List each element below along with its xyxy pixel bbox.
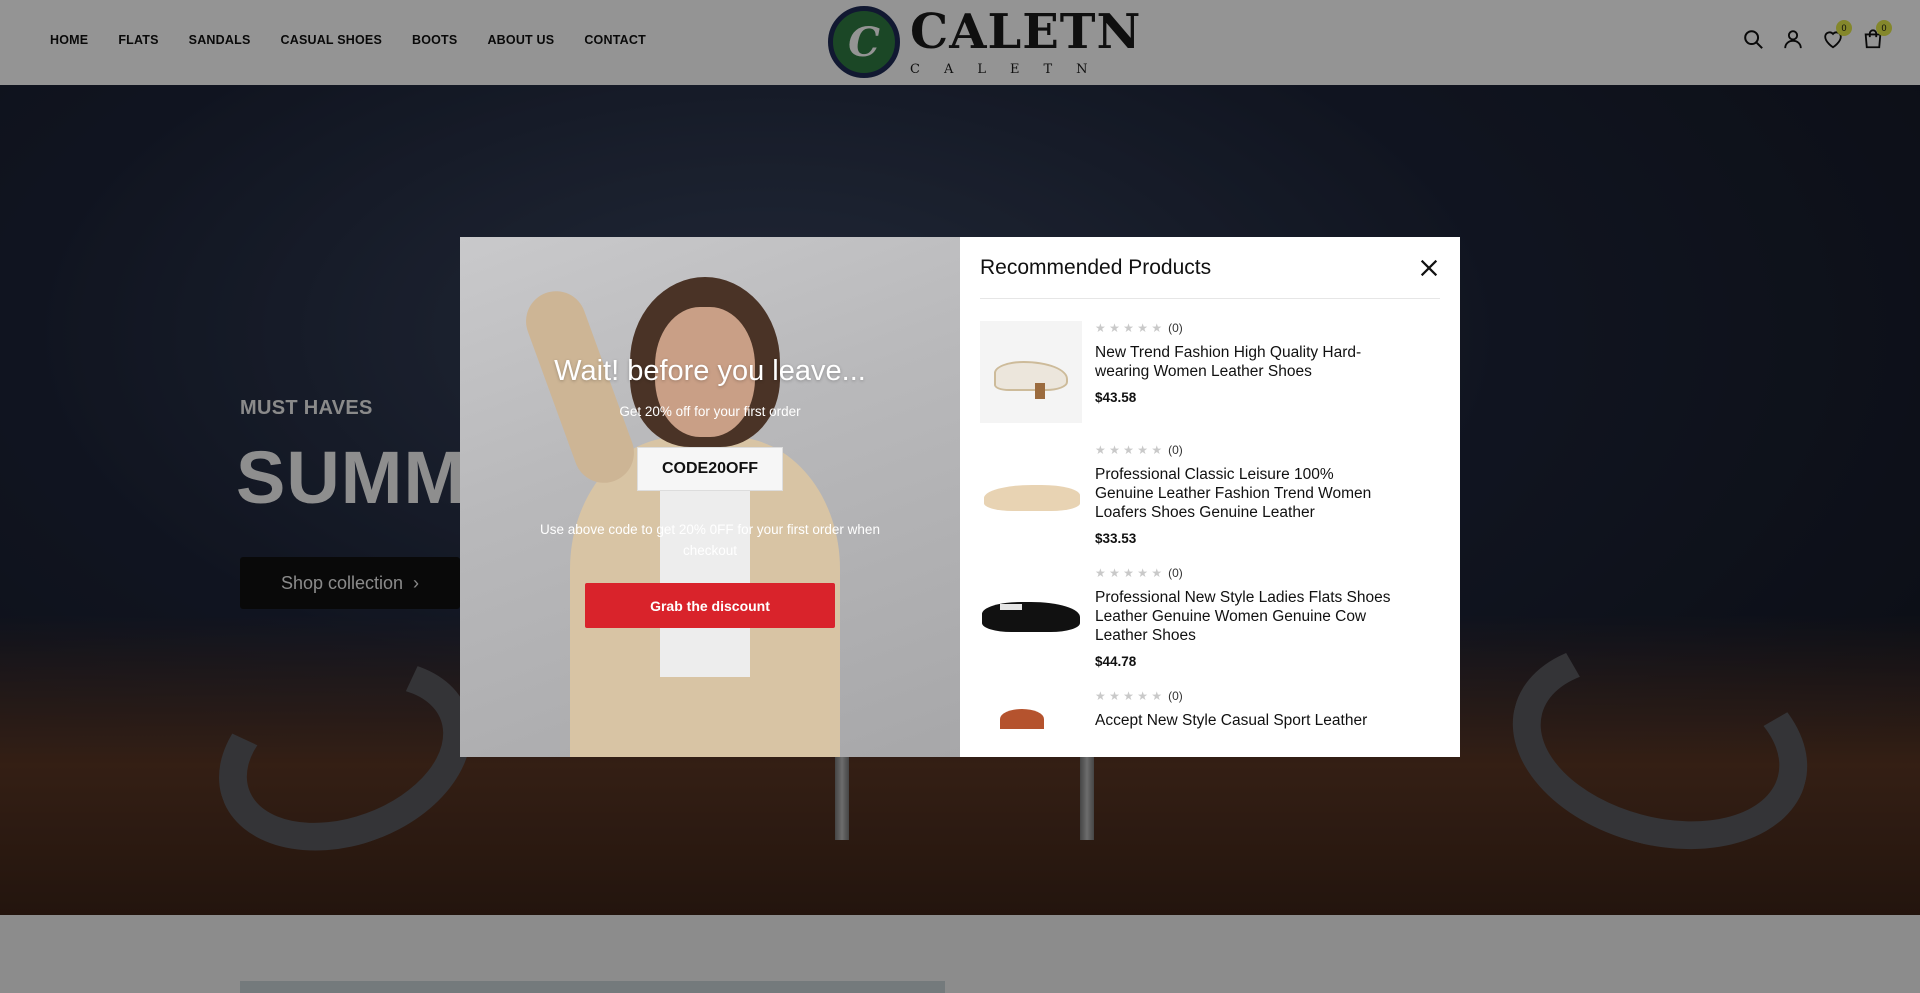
- product-name[interactable]: Professional New Style Ladies Flats Shoe…: [1095, 588, 1395, 645]
- product-name[interactable]: New Trend Fashion High Quality Hard-wear…: [1095, 343, 1395, 381]
- product-image[interactable]: [980, 443, 1082, 545]
- recommended-list: ★ ★ ★ ★ ★ (0) New Trend Fashion High Qua…: [980, 299, 1440, 757]
- rating-stars: ★ ★ ★ ★ ★ (0): [1095, 443, 1183, 457]
- product-price: $33.53: [1095, 531, 1137, 546]
- rating-count: (0): [1168, 689, 1183, 703]
- exit-intent-modal: Wait! before you leave... Get 20% off fo…: [460, 237, 1460, 757]
- rating-count: (0): [1168, 443, 1183, 457]
- grab-discount-button[interactable]: Grab the discount: [585, 583, 835, 628]
- product-item[interactable]: ★ ★ ★ ★ ★ (0) New Trend Fashion High Qua…: [980, 321, 1440, 423]
- promo-title: Wait! before you leave...: [554, 355, 866, 387]
- promo-panel: Wait! before you leave... Get 20% off fo…: [460, 237, 960, 757]
- product-item[interactable]: ★ ★ ★ ★ ★ (0) Professional New Style Lad…: [980, 566, 1440, 669]
- product-image[interactable]: [980, 321, 1082, 423]
- product-item[interactable]: ★ ★ ★ ★ ★ (0) Professional Classic Leisu…: [980, 443, 1440, 546]
- recommended-panel: Recommended Products ★ ★ ★ ★ ★ (0) New T…: [960, 237, 1460, 757]
- product-price: $43.58: [1095, 390, 1137, 405]
- product-name[interactable]: Professional Classic Leisure 100% Genuin…: [1095, 465, 1395, 522]
- promo-note: Use above code to get 20% 0FF for your f…: [540, 522, 880, 558]
- rating-stars: ★ ★ ★ ★ ★ (0): [1095, 689, 1183, 703]
- rating-count: (0): [1168, 566, 1183, 580]
- promo-subtitle: Get 20% off for your first order: [619, 404, 801, 419]
- rating-count: (0): [1168, 321, 1183, 335]
- discount-code[interactable]: CODE20OFF: [637, 447, 783, 491]
- product-item[interactable]: ★ ★ ★ ★ ★ (0) Accept New Style Casual Sp…: [980, 689, 1440, 757]
- rating-stars: ★ ★ ★ ★ ★ (0): [1095, 566, 1183, 580]
- product-image[interactable]: [980, 689, 1082, 757]
- product-price: $44.78: [1095, 654, 1137, 669]
- close-icon[interactable]: [1418, 257, 1440, 279]
- product-image[interactable]: [980, 566, 1082, 668]
- product-name[interactable]: Accept New Style Casual Sport Leather: [1095, 711, 1395, 730]
- rating-stars: ★ ★ ★ ★ ★ (0): [1095, 321, 1183, 335]
- recommended-title: Recommended Products: [980, 255, 1212, 279]
